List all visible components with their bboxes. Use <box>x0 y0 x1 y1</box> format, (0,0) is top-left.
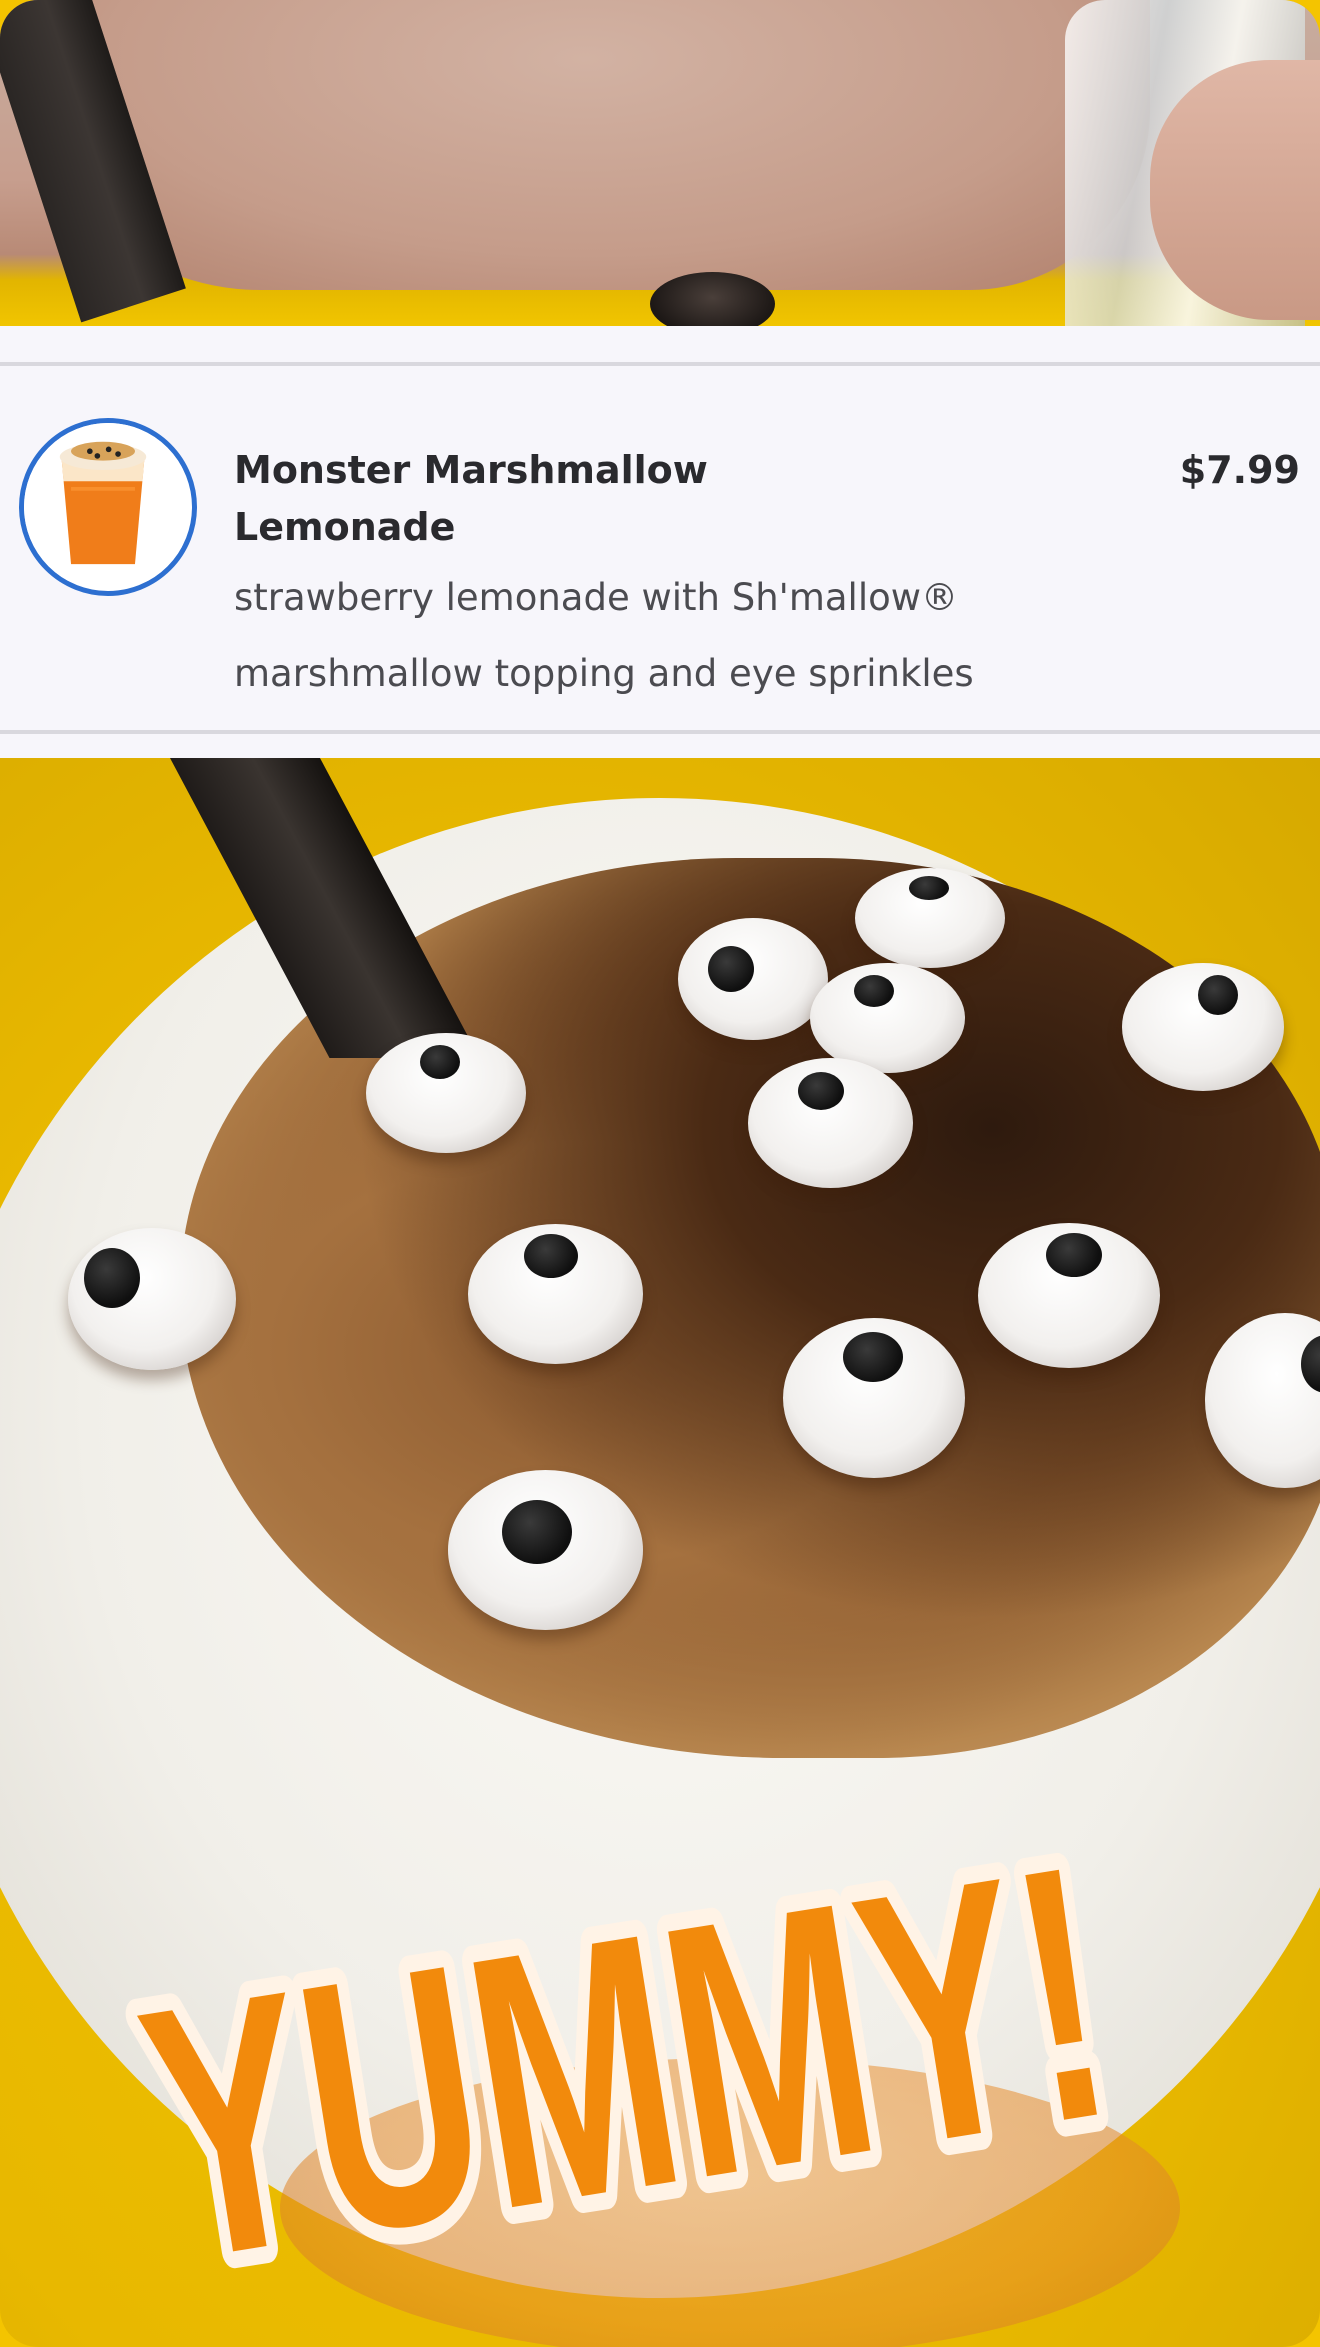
drink-cup-icon <box>24 423 182 581</box>
candy-eye <box>366 1033 526 1153</box>
story-screen: Monster Marshmallow Lemonade $7.99 straw… <box>0 0 1320 2347</box>
candy-eye <box>855 868 1005 968</box>
item-description-line: strawberry lemonade with Sh'mallow® <box>234 576 959 619</box>
item-name: Monster Marshmallow Lemonade <box>234 448 708 549</box>
candy-eye <box>678 918 828 1040</box>
candy-eye <box>468 1224 643 1364</box>
candy-eye <box>783 1318 965 1478</box>
candy-eye <box>1122 963 1284 1091</box>
candy-eye <box>748 1058 913 1188</box>
background-photo-main: YUMMY! YUMMY! <box>0 758 1320 2347</box>
menu-item-card[interactable]: Monster Marshmallow Lemonade $7.99 straw… <box>0 326 1320 758</box>
candy-eye <box>448 1470 643 1630</box>
candy-eye <box>810 963 965 1073</box>
drink-thumbnail <box>19 418 197 596</box>
candy-eye <box>978 1223 1160 1368</box>
item-description-line: marshmallow topping and eye sprinkles <box>234 652 974 695</box>
arm-photo-region <box>20 0 1150 290</box>
background-photo-top <box>0 0 1320 326</box>
item-description: strawberry lemonade with Sh'mallow® mars… <box>234 560 1134 712</box>
candy-eye <box>68 1228 236 1370</box>
divider <box>0 362 1320 366</box>
item-price: $7.99 <box>1179 448 1300 492</box>
divider <box>0 730 1320 734</box>
